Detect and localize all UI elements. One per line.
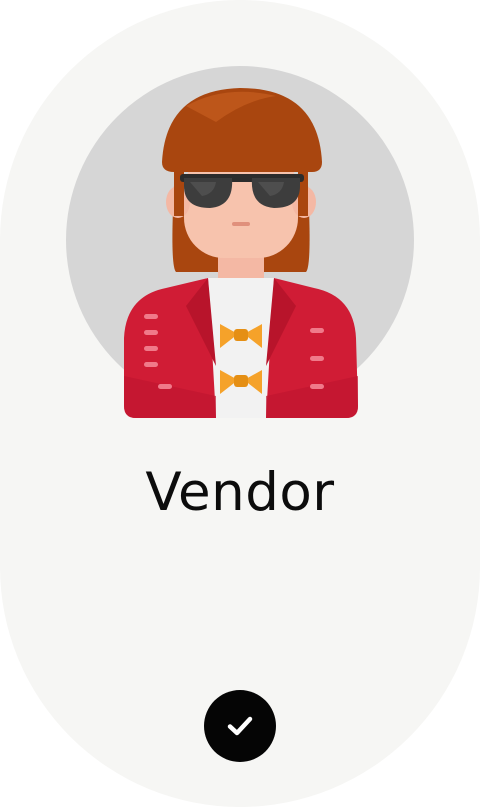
checkmark-icon <box>227 716 253 736</box>
vendor-role-card[interactable]: Vendor <box>0 0 480 807</box>
vendor-avatar <box>66 66 414 426</box>
role-title: Vendor <box>145 462 335 523</box>
select-check-button[interactable] <box>204 690 276 762</box>
vendor-person-avatar-icon <box>66 66 414 418</box>
